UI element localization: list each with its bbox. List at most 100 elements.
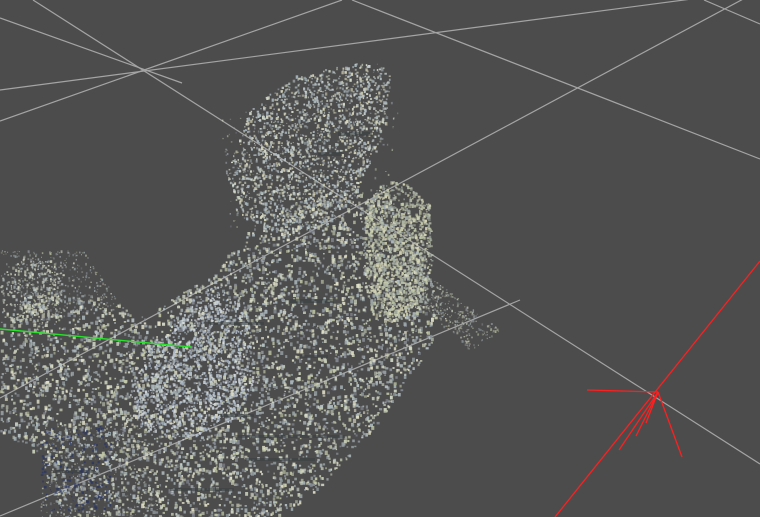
point-cloud-body-point [267, 366, 271, 370]
point-cloud-body-point [220, 451, 222, 453]
point-cloud-body-point [322, 463, 326, 466]
point-cloud-body-point [165, 480, 168, 482]
point-cloud-body-point [114, 388, 118, 392]
point-cloud-body-point [308, 258, 310, 260]
point-cloud-body-point [0, 376, 3, 379]
point-cloud-body-point [118, 512, 121, 516]
point-cloud-body-point [282, 364, 285, 367]
point-cloud-body-point [150, 494, 153, 497]
point-cloud-body-point [147, 398, 149, 401]
point-cloud-body-point [122, 508, 125, 512]
point-cloud-body-point [356, 260, 359, 264]
point-cloud-body-point [254, 247, 258, 250]
point-cloud-body-point [314, 350, 318, 354]
point-cloud-body-point [278, 295, 281, 298]
point-cloud-body-point [277, 236, 281, 241]
point-cloud-body-point [351, 415, 354, 418]
point-cloud-body-point [126, 392, 129, 396]
point-cloud-body-point [101, 314, 105, 318]
point-cloud-body-point [83, 337, 87, 340]
point-cloud-body-point [126, 481, 130, 485]
point-cloud-body-point [142, 348, 144, 352]
point-cloud-body-point [45, 322, 48, 325]
point-cloud-body-point [151, 434, 153, 436]
point-cloud-body-point [351, 245, 354, 249]
point-cloud-body-point [241, 429, 245, 433]
point-cloud-body-point [154, 438, 156, 440]
point-cloud-body-point [280, 288, 283, 291]
point-cloud-body-point [152, 510, 156, 514]
point-cloud-body-point [412, 331, 414, 334]
point-cloud-body-point [338, 255, 342, 260]
point-cloud-body-point [311, 259, 315, 262]
point-cloud-body-point [4, 394, 8, 398]
point-cloud-body-point [279, 425, 282, 428]
point-cloud-body-point [110, 403, 112, 407]
point-cloud-body-point [425, 347, 429, 350]
point-cloud-body-point [344, 324, 347, 328]
point-cloud-body-point [225, 399, 228, 402]
point-cloud-body-point [255, 402, 259, 407]
point-cloud-body-point [138, 334, 142, 339]
point-cloud-body-point [50, 353, 53, 358]
point-cloud-body-point [326, 223, 329, 225]
point-cloud-body-point [280, 433, 283, 435]
point-cloud-body-point [339, 430, 341, 433]
point-cloud-body-point [147, 442, 151, 445]
point-cloud-body-point [424, 344, 427, 347]
point-cloud-body-point [24, 334, 28, 337]
point-cloud-body-point [259, 470, 262, 473]
3d-viewport[interactable] [0, 0, 760, 517]
point-cloud-body-point [224, 284, 227, 287]
point-cloud-body-point [119, 449, 123, 453]
scene-canvas[interactable] [0, 0, 760, 517]
point-cloud-body-point [296, 410, 299, 412]
point-cloud-body-point [265, 426, 268, 429]
point-cloud-body-point [246, 331, 249, 335]
point-cloud-body-point [352, 255, 355, 260]
point-cloud-body-point [64, 394, 66, 397]
point-cloud-body-point [32, 443, 35, 447]
point-cloud-body-point [351, 351, 354, 356]
point-cloud-body-point [360, 286, 363, 288]
point-cloud-body-point [78, 308, 82, 311]
point-cloud-body-point [38, 443, 40, 445]
point-cloud-body-point [78, 327, 82, 331]
point-cloud-body-point [420, 360, 423, 362]
point-cloud-body-point [245, 276, 248, 279]
point-cloud-body-point [127, 371, 131, 374]
point-cloud-body-point [288, 331, 291, 335]
point-cloud-body-point [362, 435, 364, 437]
point-cloud-body-point [338, 289, 340, 292]
point-cloud-body-point [218, 513, 220, 515]
point-cloud-body-point [144, 324, 148, 328]
point-cloud-body-point [314, 293, 317, 296]
point-cloud-body-point [82, 388, 85, 392]
point-cloud-body-point [284, 474, 287, 478]
point-cloud-body-point [325, 293, 328, 296]
point-cloud-body-point [343, 389, 346, 391]
point-cloud-body-point [296, 288, 299, 292]
point-cloud-body-point [371, 382, 375, 387]
point-cloud-body-point [351, 262, 354, 266]
point-cloud-body-point [345, 458, 348, 461]
point-cloud-body-point [93, 371, 96, 374]
point-cloud-body-point [341, 218, 345, 222]
point-cloud-body-point [354, 308, 358, 312]
point-cloud-body-point [17, 440, 20, 443]
point-cloud-body-point [172, 420, 175, 422]
point-cloud-body-point [175, 299, 178, 303]
point-cloud-body-point [237, 491, 241, 494]
point-cloud-body-point [379, 314, 382, 317]
point-cloud-body-point [304, 344, 308, 349]
point-cloud-body-point [63, 399, 66, 401]
point-cloud-body-point [113, 334, 116, 338]
point-cloud-body-point [292, 316, 295, 319]
point-cloud-body-point [383, 408, 387, 412]
point-cloud-body-point [103, 512, 106, 515]
point-cloud-body-point [384, 327, 388, 332]
point-cloud-body-point [404, 334, 407, 337]
point-cloud-body-point [224, 350, 227, 354]
point-cloud-body-point [279, 274, 283, 278]
point-cloud-body-point [332, 365, 335, 369]
